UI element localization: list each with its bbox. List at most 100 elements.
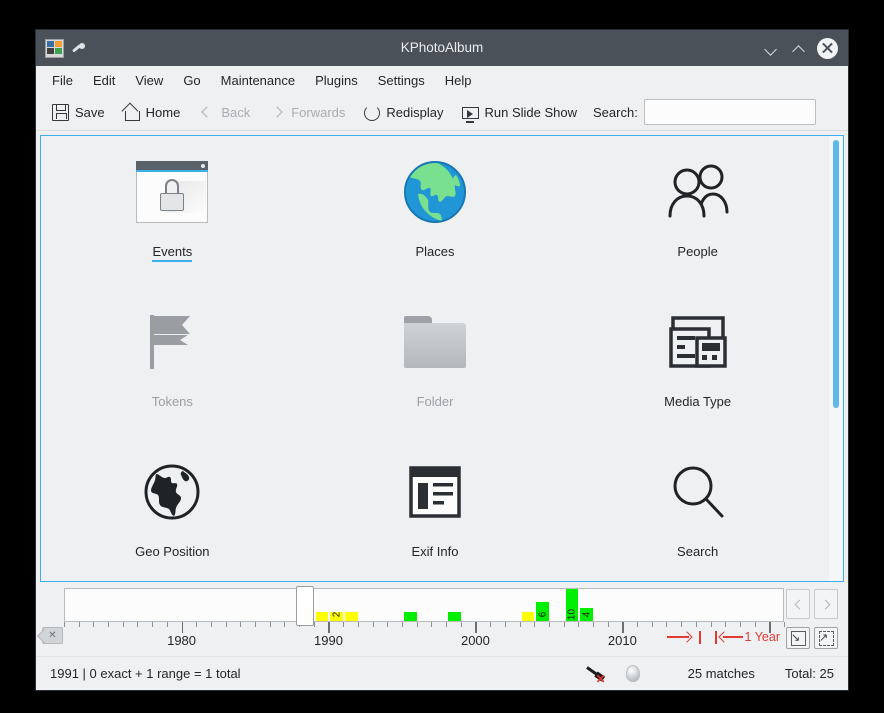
axis-tick-minor — [710, 622, 712, 627]
histogram-bar[interactable] — [315, 612, 329, 621]
globe-outline-icon — [144, 464, 200, 520]
axis-tick-minor — [563, 622, 565, 627]
chevron-up-icon — [793, 42, 806, 55]
histogram-bar[interactable] — [345, 612, 358, 621]
axis-tick-minor — [343, 622, 345, 627]
category-label-places: Places — [415, 244, 455, 259]
save-button[interactable]: Save — [44, 100, 113, 125]
menu-item-maintenance[interactable]: Maintenance — [211, 70, 305, 91]
axis-tick-minor — [357, 622, 359, 627]
photo-album-icon — [45, 38, 64, 58]
minimize-button[interactable] — [758, 35, 784, 61]
clear-date-icon[interactable]: ✕ — [42, 627, 63, 644]
axis-tick-minor — [166, 622, 168, 627]
chevron-right-icon — [268, 104, 285, 121]
axis-tick-minor — [255, 622, 257, 627]
axis-tick-minor — [387, 622, 389, 627]
date-cursor[interactable] — [296, 586, 315, 626]
search-label: Search: — [593, 104, 638, 120]
axis-tick-minor — [578, 622, 580, 627]
redisplay-label: Redisplay — [386, 104, 444, 120]
category-art — [403, 302, 466, 382]
menu-item-file[interactable]: File — [42, 70, 83, 91]
home-button[interactable]: Home — [115, 100, 189, 125]
home-icon — [123, 104, 140, 121]
chevron-right-icon — [820, 599, 830, 609]
histogram-bar-label: 2 — [331, 611, 343, 618]
save-label: Save — [75, 104, 105, 120]
vertical-scrollbar[interactable] — [829, 136, 843, 581]
histogram-bar[interactable] — [448, 612, 461, 621]
pin-icon[interactable] — [70, 40, 86, 56]
menu-item-go[interactable]: Go — [173, 70, 210, 91]
status-total: Total: 25 — [784, 666, 834, 681]
axis-year-label: 2000 — [460, 633, 490, 648]
people-icon — [668, 164, 729, 218]
zoom-out-button[interactable]: ↘ — [786, 627, 810, 649]
date-next-button[interactable] — [814, 589, 838, 619]
zoom-fit-button[interactable]: ↗ — [814, 627, 838, 649]
category-grid: Events Places People Tokens Folder Media… — [41, 136, 829, 581]
axis-year-label: 1980 — [167, 633, 197, 648]
search-input[interactable] — [643, 99, 816, 125]
axis-tick-minor — [152, 622, 154, 627]
category-item-search[interactable]: Search — [566, 444, 829, 581]
plugin-disconnected-icon[interactable]: ✕ — [586, 664, 608, 685]
category-item-tokens: Tokens — [41, 294, 304, 444]
axis-tick-major — [475, 622, 477, 633]
clear-x-glyph: ✕ — [48, 629, 57, 641]
run-slide-show-label: Run Slide Show — [484, 104, 578, 120]
axis-tick-minor — [651, 622, 653, 627]
magnifier-icon — [673, 466, 724, 518]
menu-item-edit[interactable]: Edit — [83, 70, 125, 91]
category-item-folder: Folder — [304, 294, 567, 444]
date-prev-button[interactable] — [786, 589, 810, 619]
histogram-bar[interactable] — [403, 612, 417, 621]
main-window: KPhotoAlbum File Edit View Go Maintenanc… — [36, 30, 848, 690]
redisplay-button[interactable]: Redisplay — [355, 100, 451, 125]
category-item-places[interactable]: Places — [304, 144, 567, 294]
scale-indicator: 1 Year — [667, 630, 780, 644]
category-item-events[interactable]: Events — [41, 144, 304, 294]
menu-item-help[interactable]: Help — [435, 70, 482, 91]
axis-tick-minor — [196, 622, 198, 627]
date-nav-buttons — [784, 586, 844, 619]
category-item-media-type[interactable]: Media Type — [566, 294, 829, 444]
menu-item-settings[interactable]: Settings — [368, 70, 435, 91]
status-lamp-icon — [625, 665, 640, 682]
axis-tick-minor — [754, 622, 756, 627]
media-type-icon — [668, 316, 727, 368]
menu-item-plugins[interactable]: Plugins — [305, 70, 368, 91]
axis-tick-minor — [504, 622, 506, 627]
category-label-geo-position: Geo Position — [135, 544, 210, 559]
histogram-area[interactable]: 2 6 10 4 — [64, 588, 784, 622]
histogram-bar[interactable]: 6 — [536, 602, 549, 621]
menu-item-view[interactable]: View — [125, 70, 173, 91]
axis-tick-minor — [460, 622, 462, 627]
run-slide-show-button[interactable]: Run Slide Show — [454, 101, 586, 124]
category-item-people[interactable]: People — [566, 144, 829, 294]
category-label-people: People — [677, 244, 718, 259]
back-button: Back — [190, 100, 258, 125]
close-button[interactable] — [814, 35, 840, 61]
forwards-button: Forwards — [260, 100, 353, 125]
category-art — [667, 152, 729, 232]
forwards-label: Forwards — [291, 104, 346, 120]
histogram-bar[interactable]: 4 — [580, 608, 593, 621]
status-indicators: ✕ 25 matches Total: 25 — [586, 664, 834, 685]
date-histogram[interactable]: 2 6 10 4 1980 1990 2000 2010 1 Year — [64, 586, 785, 656]
date-bar-right: ↘ ↗ — [784, 586, 844, 656]
histogram-bar[interactable]: 2 — [330, 611, 344, 621]
maximize-button[interactable] — [786, 35, 812, 61]
category-item-exif-info[interactable]: Exif Info — [304, 444, 567, 581]
category-item-geo-position[interactable]: Geo Position — [41, 444, 304, 581]
folder-icon — [403, 316, 466, 368]
axis-tick-minor — [519, 622, 521, 627]
scrollbar-thumb[interactable] — [833, 140, 839, 408]
histogram-bar[interactable] — [521, 612, 535, 621]
category-art — [668, 302, 727, 382]
histogram-bar[interactable]: 10 — [565, 589, 579, 621]
title-bar-left-icons — [36, 38, 86, 58]
axis-tick-minor — [446, 622, 448, 627]
refresh-icon — [363, 104, 381, 121]
